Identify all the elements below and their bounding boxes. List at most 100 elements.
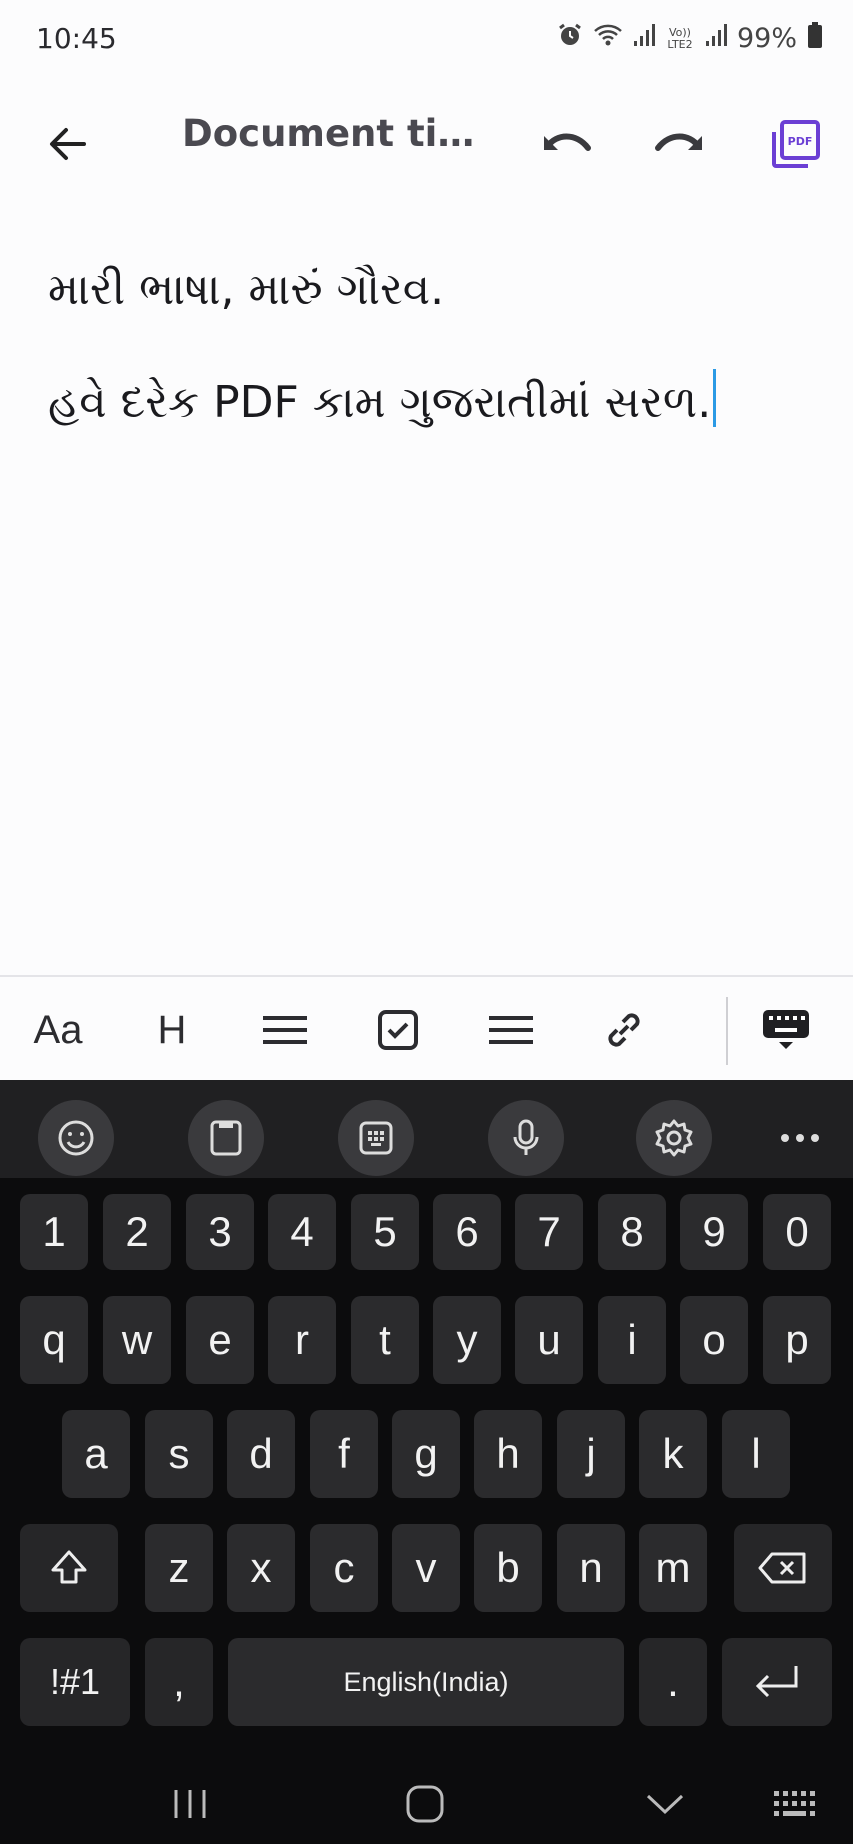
- key-1[interactable]: 1: [20, 1194, 88, 1270]
- editor-paragraph-1[interactable]: મારી ભાષા, મારું ગૌરવ.: [48, 264, 444, 315]
- document-title[interactable]: Document titl...: [182, 112, 482, 155]
- space-key[interactable]: English(India): [228, 1638, 624, 1726]
- key-l[interactable]: l: [722, 1410, 790, 1498]
- align-button[interactable]: [245, 995, 325, 1065]
- key-5[interactable]: 5: [351, 1194, 419, 1270]
- key-x[interactable]: x: [227, 1524, 295, 1612]
- more-dots-icon: [781, 1134, 819, 1142]
- heading-button[interactable]: H: [132, 995, 212, 1065]
- key-r[interactable]: r: [268, 1296, 336, 1384]
- editor-paragraph-2-text: હવે દરેક PDF કામ ગુજરાતીમાં સરળ.: [48, 377, 712, 428]
- wifi-icon: [593, 22, 623, 55]
- keyboard-toolbar: [0, 1080, 853, 1178]
- backspace-icon: [758, 1552, 806, 1584]
- hide-keyboard-nav-button[interactable]: [625, 1774, 705, 1834]
- key-p[interactable]: p: [763, 1296, 831, 1384]
- font-style-button[interactable]: Aa: [18, 995, 98, 1065]
- symbols-key[interactable]: !#1: [20, 1638, 130, 1726]
- list-icon: [489, 1016, 533, 1044]
- document-editor[interactable]: મારી ભાષા, મારું ગૌરવ. હવે દરેક PDF કામ …: [0, 214, 853, 974]
- key-m[interactable]: m: [639, 1524, 707, 1612]
- keyboard-settings-button[interactable]: [636, 1100, 712, 1176]
- key-j[interactable]: j: [557, 1410, 625, 1498]
- backspace-key[interactable]: [734, 1524, 832, 1612]
- key-g[interactable]: g: [392, 1410, 460, 1498]
- key-9[interactable]: 9: [680, 1194, 748, 1270]
- key-7[interactable]: 7: [515, 1194, 583, 1270]
- align-icon: [263, 1016, 307, 1044]
- status-icons: Vo)) LTE2 99%: [557, 22, 823, 55]
- keyboard-grid-icon: [774, 1791, 815, 1816]
- home-icon: [406, 1785, 444, 1823]
- battery-icon: [807, 22, 823, 55]
- key-0[interactable]: 0: [763, 1194, 831, 1270]
- key-d[interactable]: d: [227, 1410, 295, 1498]
- keyboard-switch-button[interactable]: [755, 1774, 835, 1834]
- pdf-export-button[interactable]: PDF: [756, 104, 836, 184]
- key-q[interactable]: q: [20, 1296, 88, 1384]
- microphone-icon: [513, 1119, 539, 1155]
- status-time: 10:45: [36, 22, 117, 55]
- key-v[interactable]: v: [392, 1524, 460, 1612]
- key-o[interactable]: o: [680, 1296, 748, 1384]
- pdf-icon: PDF: [772, 120, 820, 168]
- redo-button[interactable]: [640, 104, 720, 184]
- key-e[interactable]: e: [186, 1296, 254, 1384]
- key-k[interactable]: k: [639, 1410, 707, 1498]
- app-toolbar: Document titl... PDF: [0, 84, 853, 214]
- key-4[interactable]: 4: [268, 1194, 336, 1270]
- signal-icon: [633, 23, 655, 54]
- shift-key[interactable]: [20, 1524, 118, 1612]
- key-y[interactable]: y: [433, 1296, 501, 1384]
- format-toolbar: Aa H: [0, 975, 853, 1082]
- back-button[interactable]: [28, 104, 108, 184]
- battery-percent: 99%: [736, 23, 797, 54]
- undo-button[interactable]: [526, 104, 606, 184]
- home-button[interactable]: [385, 1774, 465, 1834]
- key-u[interactable]: u: [515, 1296, 583, 1384]
- alarm-icon: [557, 22, 583, 55]
- key-3[interactable]: 3: [186, 1194, 254, 1270]
- clipboard-button[interactable]: [188, 1100, 264, 1176]
- key-n[interactable]: n: [557, 1524, 625, 1612]
- editor-paragraph-2[interactable]: હવે દરેક PDF કામ ગુજરાતીમાં સરળ.: [48, 369, 717, 428]
- recent-apps-button[interactable]: [150, 1774, 230, 1834]
- comma-key[interactable]: ,: [145, 1638, 213, 1726]
- key-i[interactable]: i: [598, 1296, 666, 1384]
- voice-input-button[interactable]: [488, 1100, 564, 1176]
- key-z[interactable]: z: [145, 1524, 213, 1612]
- key-2[interactable]: 2: [103, 1194, 171, 1270]
- link-button[interactable]: [584, 995, 664, 1065]
- enter-icon: [755, 1666, 798, 1698]
- list-button[interactable]: [471, 995, 551, 1065]
- key-h[interactable]: h: [474, 1410, 542, 1498]
- link-icon: [608, 1013, 640, 1047]
- key-8[interactable]: 8: [598, 1194, 666, 1270]
- key-f[interactable]: f: [310, 1410, 378, 1498]
- more-options-button[interactable]: [770, 1100, 830, 1176]
- recent-apps-icon: [174, 1790, 206, 1818]
- key-c[interactable]: c: [310, 1524, 378, 1612]
- lte-label: Vo)) LTE2: [667, 25, 693, 51]
- key-t[interactable]: t: [351, 1296, 419, 1384]
- gear-icon: [655, 1119, 693, 1157]
- clipboard-icon: [210, 1120, 242, 1156]
- key-a[interactable]: a: [62, 1410, 130, 1498]
- period-key[interactable]: .: [639, 1638, 707, 1726]
- text-caret: [713, 369, 717, 427]
- key-s[interactable]: s: [145, 1410, 213, 1498]
- enter-key[interactable]: [722, 1638, 832, 1726]
- checklist-button[interactable]: [358, 995, 438, 1065]
- shift-icon: [51, 1550, 87, 1584]
- back-arrow-icon: [50, 128, 86, 160]
- key-6[interactable]: 6: [433, 1194, 501, 1270]
- keyboard-mode-button[interactable]: [338, 1100, 414, 1176]
- redo-icon: [655, 133, 702, 151]
- keyboard-hide-icon: [763, 1010, 809, 1049]
- hide-keyboard-button[interactable]: [746, 995, 826, 1065]
- key-b[interactable]: b: [474, 1524, 542, 1612]
- emoji-icon: [58, 1120, 94, 1156]
- emoji-button[interactable]: [38, 1100, 114, 1176]
- keypad-icon: [359, 1121, 393, 1155]
- key-w[interactable]: w: [103, 1296, 171, 1384]
